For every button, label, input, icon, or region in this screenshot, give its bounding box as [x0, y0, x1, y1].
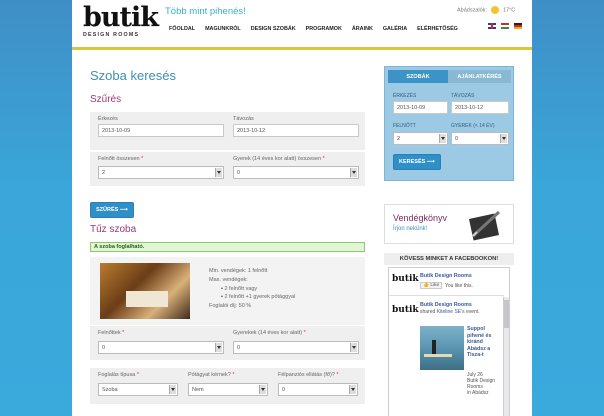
departure-label: Távozás [233, 116, 254, 122]
header: butik DESIGN ROOMS Több mint pihenés! Ab… [72, 0, 532, 50]
nav-item-prices[interactable]: ÁRAINK [352, 26, 373, 32]
post-avatar[interactable]: butik [392, 305, 419, 315]
availability-notice: A szoba foglalható. [90, 242, 365, 252]
filter-button[interactable]: SZŰRÉS ⟶ [90, 202, 134, 218]
event-title[interactable]: Suppol pihené és kiránd Abádsz a Tisza-t [467, 326, 497, 359]
flag-hu-icon[interactable] [501, 23, 509, 29]
arrival-input[interactable]: 2013-10-09 [98, 124, 224, 137]
weather: Abádszalók: 17°C [457, 6, 515, 14]
fb-like-status: You like this. [445, 283, 473, 289]
chevron-down-icon [350, 343, 357, 352]
event-photo[interactable] [420, 326, 464, 370]
chevron-down-icon [349, 385, 356, 394]
chevron-down-icon [169, 385, 176, 394]
scrollbar-thumb[interactable] [504, 300, 509, 328]
booking-type-label: Foglalás típusa * [98, 372, 139, 378]
weather-place: Abádszalók: [457, 7, 487, 14]
pen-notebook-icon [468, 210, 501, 241]
filter-heading: Szűrés [90, 94, 122, 105]
facebook-heading: KÖVESS MINKET A FACEBOOKON! [384, 253, 514, 265]
page: butik DESIGN ROOMS Több mint pihenés! Ab… [72, 0, 532, 416]
nav-item-home[interactable]: FŐOLDAL [169, 26, 195, 32]
logo[interactable]: butik DESIGN ROOMS [83, 2, 159, 38]
extra-bed-label: Pótágyat kérnek? * [188, 372, 235, 378]
deposit: Foglalói díj: 50 % [209, 303, 252, 310]
tab-rooms[interactable]: SZOBÁK [388, 70, 448, 83]
guestbook-title: Vendégkönyv [393, 213, 448, 223]
date-row: Érkezés 2013-10-09 Távozás 2013-10-12 [90, 112, 365, 150]
side-arrival-input[interactable]: 2013-10-09 [393, 101, 448, 114]
weather-temp: 17°C [502, 7, 516, 14]
adults-select[interactable]: 2 [98, 166, 224, 179]
chevron-down-icon [215, 343, 222, 352]
children-label: Gyerek (14 éves kor alatt) összesen * [233, 156, 325, 162]
fb-like-button[interactable]: 👍 Like [420, 282, 443, 289]
adults-label: Felnőtt összesen * [98, 156, 144, 162]
fb-page-name[interactable]: Butik Design Rooms [420, 273, 472, 279]
flag-de-icon[interactable] [514, 23, 522, 29]
side-departure-input[interactable]: 2013-10-12 [451, 101, 509, 114]
event-details: July 26 Butik Design Rooms in Abádsz [467, 372, 496, 396]
chevron-down-icon [259, 385, 266, 394]
side-children-label: GYEREK (< 14 ÉV) [451, 123, 495, 129]
logo-text: butik [83, 2, 159, 33]
booking-row: Foglalás típusa * Szoba Pótágyat kérnek?… [90, 368, 365, 404]
room-heading: Tűz szoba [90, 224, 137, 235]
chevron-down-icon [350, 168, 357, 177]
guests-row: Felnőtt összesen * 2 Gyerek (14 éves kor… [90, 152, 365, 186]
children2-select[interactable]: 0 [233, 341, 359, 354]
side-children-select[interactable]: 0 [451, 132, 509, 145]
page-title: Szoba keresés [90, 68, 176, 83]
halfboard-select[interactable]: 0 [278, 383, 358, 396]
room-photo[interactable] [100, 263, 190, 319]
nav-item-about[interactable]: MAGUNKRÓL [205, 26, 241, 32]
search-button[interactable]: KERESÉS ⟶ [393, 154, 441, 170]
facebook-widget: butik Butik Design Rooms 👍 Like You like… [388, 267, 510, 416]
children-select[interactable]: 0 [233, 166, 359, 179]
chevron-down-icon [439, 134, 446, 143]
post-page-name[interactable]: Butik Design Rooms [420, 302, 472, 308]
language-flags [488, 23, 527, 30]
guestbook-banner[interactable]: Vendégkönyv Írjon nekünk! [384, 204, 514, 244]
tab-offer[interactable]: AJÁNLATKÉRÉS [448, 70, 511, 83]
side-adults-label: FELNŐTT [393, 123, 416, 129]
min-guests: Min. vendégek: 1 felnőtt [209, 268, 268, 274]
flag-en-icon[interactable] [488, 23, 496, 29]
room-info: Min. vendégek: 1 felnőtt Max. vendégek: … [209, 267, 295, 311]
guestbook-subtitle: Írjon nekünk! [393, 226, 428, 232]
guest-option-2: 2 felnőtt +1 gyerek pótággyal [221, 293, 295, 302]
side-departure-label: TÁVOZÁS [451, 93, 475, 99]
side-adults-select[interactable]: 2 [393, 132, 448, 145]
max-guests: Max. vendégek: [209, 276, 248, 283]
booking-type-select[interactable]: Szoba [98, 383, 178, 396]
search-widget: SZOBÁK AJÁNLATKÉRÉS ÉRKEZÉS 2013-10-09 T… [384, 66, 514, 181]
guest-option-1: 2 felnőtt vagy [221, 285, 295, 294]
tagline: Több mint pihenés! [165, 6, 246, 17]
departure-input[interactable]: 2013-10-12 [233, 124, 359, 137]
children2-label: Gyerekek (14 éves kor alatt) * [233, 330, 306, 336]
sun-icon [490, 6, 499, 14]
chevron-down-icon [215, 168, 222, 177]
nav-item-contact[interactable]: ELÉRHETŐSÉG [417, 26, 458, 32]
halfboard-label: Félpanziós ellátás (fő)? * [278, 372, 339, 378]
room-guests-row: Felnőttek * 0 Gyerekek (14 éves kor alat… [90, 326, 365, 360]
adults2-label: Felnőttek * [98, 330, 125, 336]
fb-page-avatar[interactable]: butik [392, 274, 419, 284]
board-shape [424, 354, 452, 357]
bed-shape [126, 291, 168, 307]
main-nav: FŐOLDAL MAGUNKRÓL DESIGN SZOBÁK PROGRAMOK ÁR… [169, 26, 468, 32]
adults2-select[interactable]: 0 [98, 341, 224, 354]
extra-bed-select[interactable]: Nem [188, 383, 268, 396]
chevron-down-icon [500, 134, 507, 143]
arrival-label: Érkezés [98, 116, 118, 122]
fb-scrollbar[interactable] [503, 297, 509, 416]
paddler-shape [432, 340, 436, 354]
side-arrival-label: ÉRKEZÉS [393, 93, 417, 99]
post-text: shared Kiteline SE's event. [420, 309, 480, 315]
nav-item-programs[interactable]: PROGRAMOK [306, 26, 342, 32]
divider [389, 295, 504, 296]
nav-item-gallery[interactable]: GALÉRIA [383, 26, 407, 32]
nav-item-rooms[interactable]: DESIGN SZOBÁK [251, 26, 296, 32]
